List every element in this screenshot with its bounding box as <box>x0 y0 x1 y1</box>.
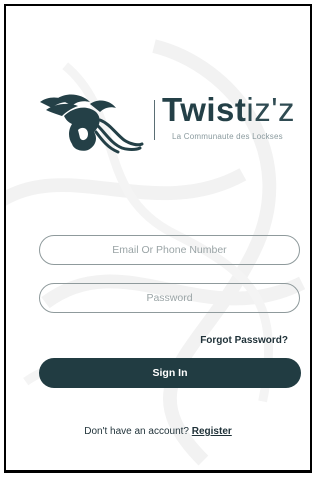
app-screen: Twistiz'z La Communaute des Lockses Forg… <box>4 4 312 473</box>
brand-name: Twistiz'z <box>162 92 295 128</box>
brand-tagline: La Communaute des Lockses <box>172 132 283 141</box>
email-field[interactable] <box>39 235 300 265</box>
logo-mark-icon <box>40 94 144 154</box>
password-field[interactable] <box>39 283 300 313</box>
sign-in-button[interactable]: Sign In <box>39 358 301 388</box>
register-link[interactable]: Register <box>192 426 232 437</box>
forgot-password-link[interactable]: Forgot Password? <box>200 335 288 346</box>
logo-divider <box>154 100 155 140</box>
brand-name-light: iz'z <box>246 91 296 128</box>
brand-logo: Twistiz'z La Communaute des Lockses <box>38 88 298 158</box>
register-prompt: Don't have an account? <box>84 426 189 437</box>
register-row: Don't have an account? Register <box>6 426 310 437</box>
brand-name-bold: Twist <box>162 91 247 128</box>
